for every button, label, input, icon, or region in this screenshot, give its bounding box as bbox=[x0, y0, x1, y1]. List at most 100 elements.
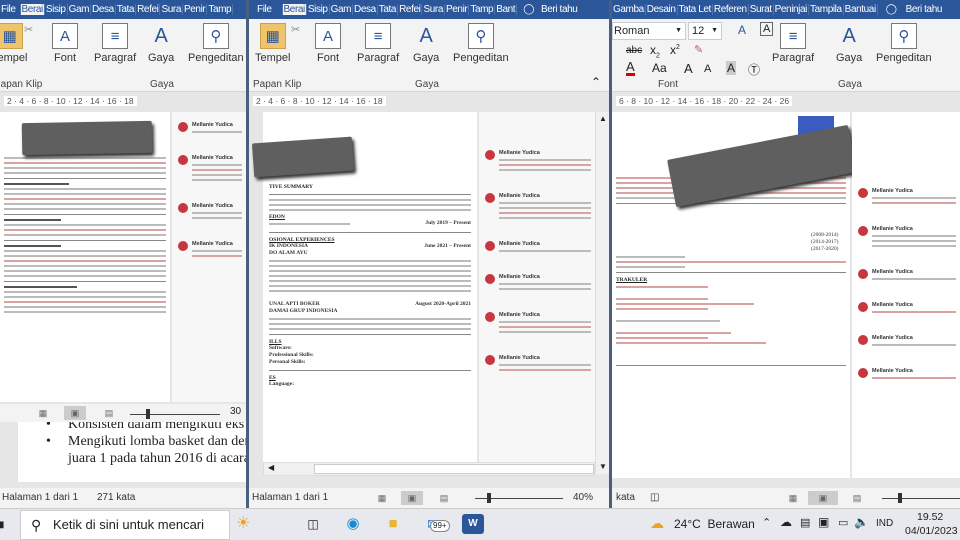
comment[interactable]: Mellanie Yudica bbox=[858, 188, 956, 204]
weather-icon[interactable]: ☁ bbox=[650, 515, 664, 532]
tab-design[interactable]: Desa bbox=[353, 4, 378, 15]
clock-date[interactable]: 04/01/2023 bbox=[905, 525, 958, 537]
tab-insert[interactable]: Sisip bbox=[307, 4, 330, 15]
styles-button[interactable]: A Gaya bbox=[148, 23, 174, 65]
tell-me-box[interactable]: Beri tahu bbox=[540, 4, 578, 15]
word-window-right[interactable]: Gamba Desain Tata Let Referen Surat Peni… bbox=[612, 0, 960, 508]
tab-design[interactable]: Desa bbox=[91, 4, 116, 15]
styles-button[interactable]: A Gaya bbox=[836, 23, 862, 65]
tab-help[interactable]: Bantuai bbox=[844, 4, 878, 15]
tab-home[interactable]: Berai bbox=[282, 4, 307, 15]
scroll-down-icon[interactable]: ▼ bbox=[599, 462, 607, 471]
web-layout-icon[interactable]: ▤ bbox=[433, 491, 455, 505]
font-button[interactable]: A Font bbox=[315, 23, 341, 64]
font-button[interactable]: A Font bbox=[52, 23, 78, 64]
word-window-left[interactable]: File Berai Sisip Gam Desa Tata Refei Sur… bbox=[0, 0, 246, 508]
horizontal-scrollbar[interactable]: ◀ bbox=[263, 462, 595, 476]
edge-icon[interactable]: ◉ bbox=[342, 514, 364, 534]
comment[interactable]: Mellanie Yudica bbox=[485, 274, 591, 290]
read-mode-icon[interactable]: ▦ bbox=[32, 406, 54, 420]
comment[interactable]: Mellanie Yudica bbox=[485, 241, 591, 252]
comment[interactable]: Mellanie Yudica bbox=[178, 241, 242, 257]
comment[interactable]: Mellanie Yudica bbox=[178, 155, 242, 181]
font-name-dropdown[interactable]: Roman ▼ bbox=[612, 22, 686, 40]
tab-review[interactable]: Penir bbox=[445, 4, 470, 15]
print-layout-icon[interactable]: ▣ bbox=[401, 491, 423, 505]
char-shading-icon[interactable]: A bbox=[726, 61, 737, 75]
comment[interactable]: Mellanie Yudica bbox=[485, 150, 591, 171]
superscript-icon[interactable]: x2 bbox=[670, 43, 680, 57]
tab-design[interactable]: Desain bbox=[646, 4, 678, 15]
vertical-scrollbar[interactable]: ▲ ▼ bbox=[595, 112, 610, 474]
tab-file[interactable]: File bbox=[249, 4, 283, 15]
zoom-slider[interactable] bbox=[130, 414, 220, 415]
comment[interactable]: Mellanie Yudica bbox=[858, 335, 956, 346]
comment[interactable]: Mellanie Yudica bbox=[178, 203, 242, 219]
grow-font-icon[interactable]: A bbox=[684, 61, 693, 76]
clear-format-icon[interactable]: A bbox=[738, 23, 746, 37]
tab-review[interactable]: Peninjai bbox=[774, 4, 809, 15]
paragraph-button[interactable]: ≡ Paragraf bbox=[94, 23, 136, 64]
scroll-up-icon[interactable]: ▲ bbox=[599, 114, 607, 123]
tab-help[interactable]: Bant bbox=[495, 4, 518, 15]
shrink-font-icon[interactable]: A bbox=[704, 63, 711, 75]
tab-draw[interactable]: Gam bbox=[68, 4, 92, 15]
show-hidden-icons[interactable]: ⌃ bbox=[762, 516, 771, 529]
paste-button[interactable]: ▦Tempel bbox=[255, 23, 290, 64]
web-layout-icon[interactable]: ▤ bbox=[98, 406, 120, 420]
tab-layout[interactable]: Tata Let bbox=[678, 4, 713, 15]
read-mode-icon[interactable]: ▦ bbox=[782, 491, 804, 505]
editing-button[interactable]: ⚲ Pengeditan bbox=[188, 23, 244, 64]
zoom-slider-thumb[interactable] bbox=[146, 409, 150, 419]
comment[interactable]: Mellanie Yudica bbox=[178, 122, 242, 133]
horizontal-ruler[interactable]: 2 · 4 · 6 · 8 · 10 · 12 · 14 · 16 · 18 bbox=[0, 92, 246, 110]
tab-view[interactable]: Tamp bbox=[469, 4, 496, 15]
zoom-level[interactable]: 30 bbox=[230, 406, 241, 417]
editing-button[interactable]: ⚲ Pengeditan bbox=[453, 23, 509, 64]
comment[interactable]: Mellanie Yudica bbox=[485, 193, 591, 219]
word-window-middle[interactable]: File Berai Sisip Gam Desa Tata Refei Sur… bbox=[249, 0, 610, 508]
subscript-icon[interactable]: x2 bbox=[650, 43, 660, 59]
web-layout-icon[interactable]: ▤ bbox=[846, 491, 868, 505]
comment[interactable]: Mellanie Yudica bbox=[858, 269, 956, 280]
word-count[interactable]: 271 kata bbox=[97, 492, 135, 503]
comment[interactable]: Mellanie Yudica bbox=[485, 312, 591, 333]
network-icon[interactable]: ▣ bbox=[818, 515, 829, 529]
cut-icon[interactable]: ✂ bbox=[291, 23, 300, 36]
language-indicator[interactable]: IND bbox=[876, 518, 893, 529]
clock-time[interactable]: 19.52 bbox=[917, 511, 943, 523]
document-page[interactable] bbox=[0, 112, 170, 402]
enclose-char-icon[interactable]: Ⓣ bbox=[748, 61, 760, 78]
font-size-dropdown[interactable]: 12 ▼ bbox=[688, 22, 722, 40]
scroll-left-icon[interactable]: ◀ bbox=[268, 463, 274, 472]
tab-insert[interactable]: Sisip bbox=[45, 4, 68, 15]
battery-icon[interactable]: ▭ bbox=[838, 516, 848, 529]
start-button[interactable]: ■ bbox=[0, 516, 4, 532]
zoom-slider-thumb[interactable] bbox=[487, 493, 491, 503]
font-color-icon[interactable]: A bbox=[626, 60, 635, 76]
tab-draw[interactable]: Gam bbox=[330, 4, 354, 15]
horizontal-ruler[interactable]: 6 · 8 · 10 · 12 · 14 · 16 · 18 · 20 · 22… bbox=[612, 92, 960, 110]
highlight-icon[interactable]: ✎ bbox=[694, 43, 703, 56]
meet-icon[interactable]: ▤ bbox=[800, 516, 810, 529]
weather-text[interactable]: 24°C Berawan bbox=[674, 517, 755, 531]
tab-view[interactable]: Tamp bbox=[207, 4, 234, 15]
zoom-level[interactable]: 40% bbox=[573, 488, 593, 508]
comment[interactable]: Mellanie Yudica bbox=[858, 226, 956, 247]
tab-references[interactable]: Referen bbox=[713, 4, 749, 15]
comment[interactable]: Mellanie Yudica bbox=[858, 368, 956, 379]
print-layout-icon[interactable]: ▣ bbox=[64, 406, 86, 420]
tab-layout[interactable]: Tata bbox=[116, 4, 137, 15]
page-count[interactable]: Halaman 1 dari 1 bbox=[2, 492, 78, 503]
tab-references[interactable]: Refei bbox=[398, 4, 423, 15]
styles-button[interactable]: A Gaya bbox=[413, 23, 439, 65]
search-box[interactable]: ⚲ Ketik di sini untuk mencari bbox=[20, 510, 230, 540]
paragraph-button[interactable]: ≡ Paragraf bbox=[772, 23, 814, 64]
file-explorer-icon[interactable]: ■ bbox=[382, 514, 404, 534]
tab-file[interactable]: File bbox=[0, 4, 21, 15]
word-app-icon[interactable]: W bbox=[462, 514, 484, 534]
mail-icon[interactable]: ✉99+ bbox=[422, 514, 450, 534]
tell-me-box[interactable]: Beri tahu bbox=[905, 4, 943, 15]
tab-mailings[interactable]: Sura bbox=[422, 4, 445, 15]
tab-view[interactable]: Tampila bbox=[809, 4, 844, 15]
